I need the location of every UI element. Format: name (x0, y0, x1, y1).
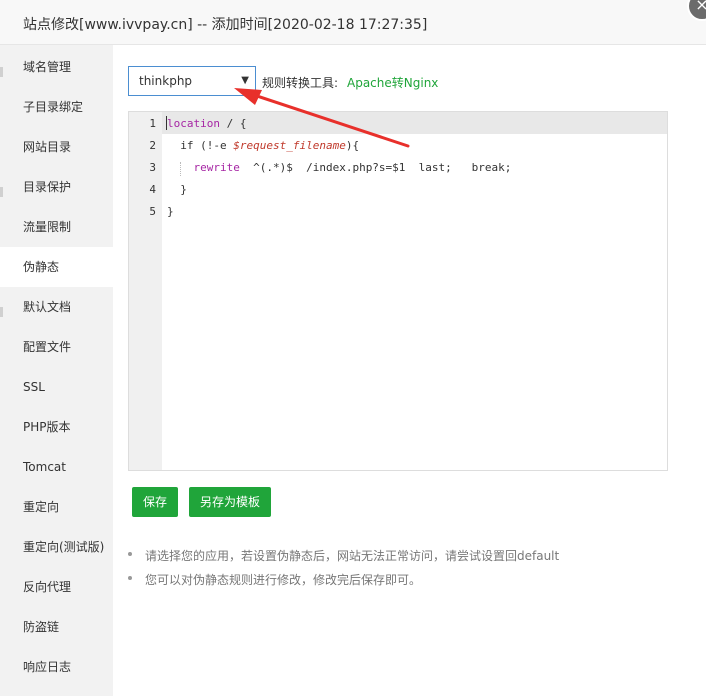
sidebar-item-config-file[interactable]: 配置文件 (0, 327, 113, 367)
apache-to-nginx-link[interactable]: Apache转Nginx (347, 74, 438, 91)
line-number: 1 (149, 117, 156, 130)
code-editor[interactable]: 1 2 3 4 5 location / { if (!-e $request_… (128, 111, 668, 471)
bullet-icon (128, 576, 132, 580)
sidebar-item-traffic-limit[interactable]: 流量限制 (0, 207, 113, 247)
sidebar-item-subdir-binding[interactable]: 子目录绑定 (0, 87, 113, 127)
sidebar-item-site-directory[interactable]: 网站目录 (0, 127, 113, 167)
code-line: } (167, 205, 174, 218)
sidebar-item-ssl[interactable]: SSL (0, 367, 113, 407)
line-number: 2 (149, 139, 156, 152)
code-line: } (167, 183, 187, 196)
dialog-titlebar: 站点修改[www.ivvpay.cn] -- 添加时间[2020-02-18 1… (0, 0, 706, 45)
select-value: thinkphp (139, 74, 193, 88)
dialog-title: 站点修改[www.ivvpay.cn] -- 添加时间[2020-02-18 1… (23, 17, 428, 33)
line-number: 5 (149, 205, 156, 218)
save-as-template-button[interactable]: 另存为模板 (189, 487, 271, 517)
sidebar-item-response-log[interactable]: 响应日志 (0, 647, 113, 687)
code-line: rewrite ^(.*)$ /index.php?s=$1 last; bre… (193, 161, 512, 174)
site-settings-dialog: 站点修改[www.ivvpay.cn] -- 添加时间[2020-02-18 1… (0, 0, 706, 696)
sidebar-item-rewrite[interactable]: 伪静态 (0, 247, 113, 287)
rule-tool-label: 规则转换工具: (262, 76, 339, 90)
sidebar-item-reverse-proxy[interactable]: 反向代理 (0, 567, 113, 607)
sidebar-item-domain[interactable]: 域名管理 (0, 47, 113, 87)
sidebar-item-tomcat[interactable]: Tomcat (0, 447, 113, 487)
save-button[interactable]: 保存 (132, 487, 178, 517)
sidebar: 域名管理 子目录绑定 网站目录 目录保护 流量限制 伪静态 默认文档 配置文件 … (0, 45, 113, 696)
code-line: location / { (167, 117, 247, 130)
sidebar-item-default-doc[interactable]: 默认文档 (0, 287, 113, 327)
code-line: if (!-e $request_filename){ (167, 139, 360, 152)
rewrite-template-select[interactable]: thinkphp ▼ (128, 66, 256, 96)
bullet-icon (128, 552, 132, 556)
caret-down-icon: ▼ (241, 75, 249, 86)
sidebar-item-hotlink-protection[interactable]: 防盗链 (0, 607, 113, 647)
sidebar-item-redirect[interactable]: 重定向 (0, 487, 113, 527)
line-number: 3 (149, 161, 156, 174)
sidebar-item-dir-protection[interactable]: 目录保护 (0, 167, 113, 207)
sidebar-item-redirect-beta[interactable]: 重定向(测试版) (0, 527, 113, 567)
sidebar-item-php-version[interactable]: PHP版本 (0, 407, 113, 447)
line-number: 4 (149, 183, 156, 196)
